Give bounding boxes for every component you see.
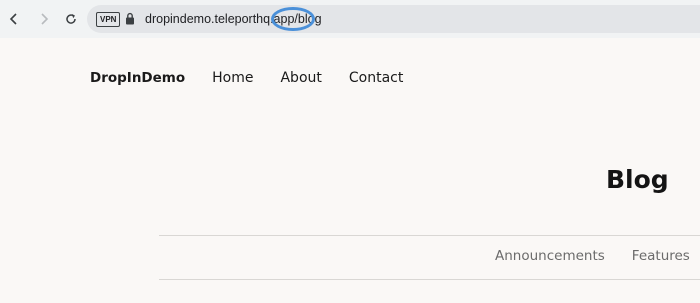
nav-link-home[interactable]: Home — [212, 70, 253, 86]
site-brand[interactable]: DropInDemo — [90, 70, 185, 86]
chevron-left-icon — [9, 13, 17, 25]
site-nav: DropInDemo Home About Contact — [90, 70, 430, 86]
filter-announcements[interactable]: Announcements — [495, 248, 605, 264]
nav-link-contact[interactable]: Contact — [349, 70, 403, 86]
forward-button[interactable] — [34, 9, 54, 29]
lock-icon[interactable] — [125, 12, 135, 25]
chevron-right-icon — [41, 13, 49, 25]
filter-features[interactable]: Features — [632, 248, 690, 264]
category-filters: Announcements Features — [495, 248, 700, 264]
vpn-badge[interactable]: VPN — [96, 12, 121, 27]
nav-link-about[interactable]: About — [280, 70, 321, 86]
divider-bottom — [159, 279, 700, 280]
back-button[interactable] — [4, 9, 24, 29]
browser-toolbar: VPN dropindemo.teleporthq.app/blog — [0, 0, 700, 38]
address-bar[interactable]: VPN dropindemo.teleporthq.app/blog — [87, 5, 700, 33]
reload-icon — [66, 14, 76, 24]
url-text[interactable]: dropindemo.teleporthq.app/blog — [145, 11, 322, 27]
web-page: DropInDemo Home About Contact Blog Annou… — [0, 38, 700, 303]
page-title: Blog — [606, 165, 669, 194]
reload-button[interactable] — [61, 9, 81, 29]
divider-top — [159, 235, 700, 236]
